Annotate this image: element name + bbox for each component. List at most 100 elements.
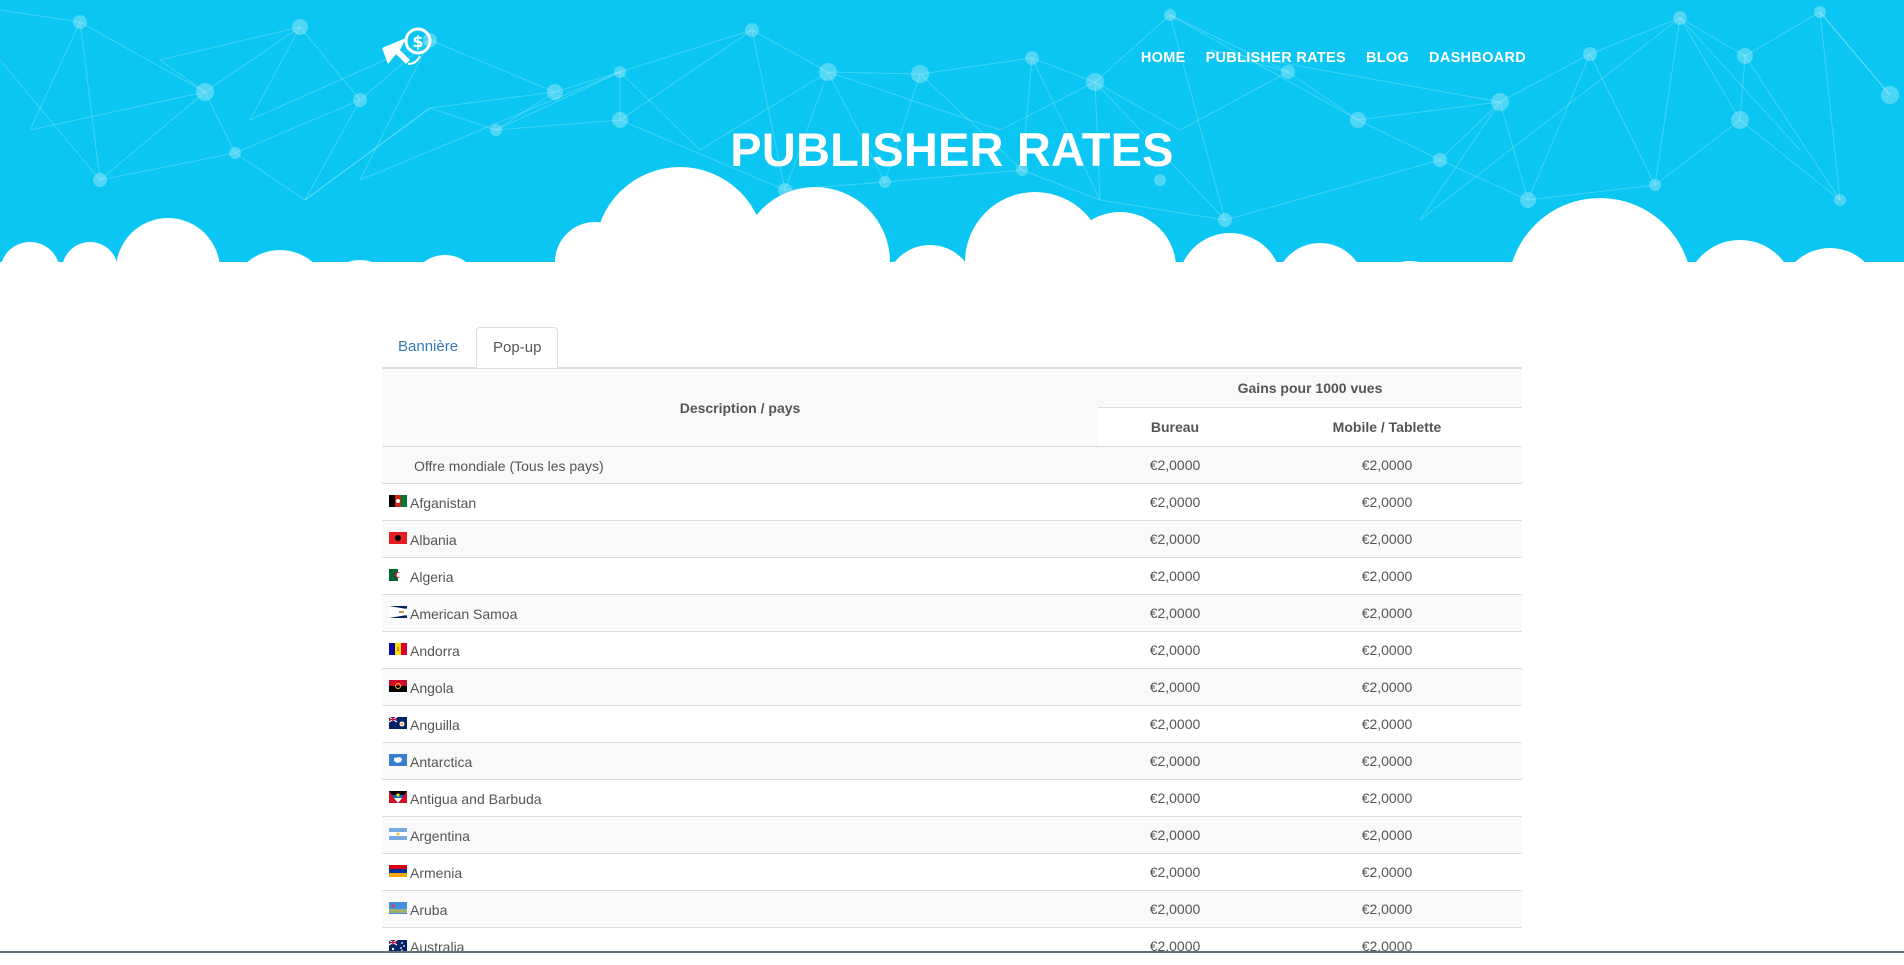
desktop-rate: €2,0000 xyxy=(1149,864,1201,880)
country-name: Argentina xyxy=(410,827,470,844)
country-name: Offre mondiale (Tous les pays) xyxy=(414,457,604,474)
country-cell: Afganistan xyxy=(382,484,1098,521)
tab-popup[interactable]: Pop-up xyxy=(476,327,559,368)
table-row: Australia €2,0000 €2,0000 xyxy=(382,927,1522,965)
table-row: Andorra €2,0000 €2,0000 xyxy=(382,631,1522,669)
af-flag-icon xyxy=(389,494,407,508)
table-row: Armenia €2,0000 €2,0000 xyxy=(382,853,1522,891)
country-cell: American Samoa xyxy=(382,595,1098,632)
ar-flag-icon xyxy=(389,827,407,841)
dz-flag-icon xyxy=(389,568,407,582)
desktop-rate: €2,0000 xyxy=(1149,605,1201,621)
desktop-rate: €2,0000 xyxy=(1149,753,1201,769)
table-row: Antigua and Barbuda €2,0000 €2,0000 xyxy=(382,779,1522,817)
header-earnings-per-1000-views: Gains pour 1000 vues xyxy=(1098,368,1522,408)
mobile-rate: €2,0000 xyxy=(1361,790,1413,806)
table-row: Antarctica €2,0000 €2,0000 xyxy=(382,742,1522,780)
nav-publisher-rates-link[interactable]: PUBLISHER RATES xyxy=(1206,50,1346,66)
mobile-rate: €2,0000 xyxy=(1361,568,1413,584)
country-cell: Anguilla xyxy=(382,706,1098,743)
am-flag-icon xyxy=(389,864,407,878)
ag-flag-icon xyxy=(389,790,407,804)
rates-table-body: Offre mondiale (Tous les pays) €2,0000 €2,… xyxy=(382,446,1522,965)
mobile-rate: €2,0000 xyxy=(1361,494,1413,510)
ad-flag-icon xyxy=(389,642,407,656)
flag-placeholder xyxy=(389,458,411,470)
aw-flag-icon xyxy=(389,901,407,915)
table-row: Offre mondiale (Tous les pays) €2,0000 €2,… xyxy=(382,446,1522,484)
rates-table: Description / pays Gains pour 1000 vues … xyxy=(382,368,1522,965)
table-row: Afganistan €2,0000 €2,0000 xyxy=(382,483,1522,521)
desktop-rate: €2,0000 xyxy=(1149,679,1201,695)
country-cell: Offre mondiale (Tous les pays) xyxy=(382,447,1098,484)
mobile-rate: €2,0000 xyxy=(1361,457,1413,473)
tab-banniere[interactable]: Bannière xyxy=(382,327,474,367)
mobile-rate: €2,0000 xyxy=(1361,679,1413,695)
country-name: Angola xyxy=(410,679,454,696)
country-name: Afganistan xyxy=(410,494,477,511)
mobile-rate: €2,0000 xyxy=(1361,531,1413,547)
country-name: American Samoa xyxy=(410,605,518,622)
country-cell: Antigua and Barbuda xyxy=(382,780,1098,817)
header-description: Description / pays xyxy=(382,368,1098,447)
mobile-rate: €2,0000 xyxy=(1361,642,1413,658)
cursor-dollar-logo-icon[interactable]: $ xyxy=(380,20,440,72)
country-cell: Australia xyxy=(382,928,1098,965)
aq-flag-icon xyxy=(389,753,407,767)
table-row: Albania €2,0000 €2,0000 xyxy=(382,520,1522,558)
ao-flag-icon xyxy=(389,679,407,693)
country-cell: Aruba xyxy=(382,891,1098,928)
nav-home-link[interactable]: HOME xyxy=(1141,50,1186,66)
desktop-rate: €2,0000 xyxy=(1149,716,1201,732)
table-row: Aruba €2,0000 €2,0000 xyxy=(382,890,1522,928)
table-row: Angola €2,0000 €2,0000 xyxy=(382,668,1522,706)
main-nav: HOME PUBLISHER RATES BLOG DASHBOARD xyxy=(1141,50,1526,66)
mobile-rate: €2,0000 xyxy=(1361,716,1413,732)
desktop-rate: €2,0000 xyxy=(1149,568,1201,584)
country-name: Albania xyxy=(410,531,457,548)
rates-section: Bannière Pop-up Description / pays Gains… xyxy=(382,327,1522,965)
desktop-rate: €2,0000 xyxy=(1149,494,1201,510)
as-flag-icon xyxy=(389,605,407,619)
desktop-rate: €2,0000 xyxy=(1149,827,1201,843)
table-row: Algeria €2,0000 €2,0000 xyxy=(382,557,1522,595)
table-row: American Samoa €2,0000 €2,0000 xyxy=(382,594,1522,632)
country-cell: Argentina xyxy=(382,817,1098,854)
header-desktop: Bureau xyxy=(1098,407,1252,447)
desktop-rate: €2,0000 xyxy=(1149,938,1201,955)
country-cell: Andorra xyxy=(382,632,1098,669)
country-name: Antigua and Barbuda xyxy=(410,790,542,807)
mobile-rate: €2,0000 xyxy=(1361,901,1413,917)
desktop-rate: €2,0000 xyxy=(1149,531,1201,547)
nav-blog-link[interactable]: BLOG xyxy=(1366,50,1409,66)
desktop-rate: €2,0000 xyxy=(1149,457,1201,473)
country-name: Armenia xyxy=(410,864,463,881)
mobile-rate: €2,0000 xyxy=(1361,753,1413,769)
table-row: Anguilla €2,0000 €2,0000 xyxy=(382,705,1522,743)
ai-flag-icon xyxy=(388,716,407,730)
country-cell: Armenia xyxy=(382,854,1098,891)
mobile-rate: €2,0000 xyxy=(1361,938,1413,955)
mobile-rate: €2,0000 xyxy=(1361,864,1413,880)
page-title: PUBLISHER RATES xyxy=(730,123,1174,176)
country-name: Andorra xyxy=(410,642,460,659)
country-cell: Algeria xyxy=(382,558,1098,595)
mobile-rate: €2,0000 xyxy=(1361,605,1413,621)
desktop-rate: €2,0000 xyxy=(1149,790,1201,806)
country-name: Aruba xyxy=(410,901,448,918)
country-name: Anguilla xyxy=(410,716,460,733)
al-flag-icon xyxy=(389,531,407,545)
svg-text:$: $ xyxy=(412,32,423,51)
desktop-rate: €2,0000 xyxy=(1149,642,1201,658)
country-name: Antarctica xyxy=(410,753,473,770)
country-cell: Albania xyxy=(382,521,1098,558)
country-name: Algeria xyxy=(410,568,454,585)
mobile-rate: €2,0000 xyxy=(1361,827,1413,843)
nav-dashboard-link[interactable]: DASHBOARD xyxy=(1429,50,1526,66)
table-row: Argentina €2,0000 €2,0000 xyxy=(382,816,1522,854)
rate-type-tabs: Bannière Pop-up xyxy=(382,327,1522,368)
country-cell: Angola xyxy=(382,669,1098,706)
desktop-rate: €2,0000 xyxy=(1149,901,1201,917)
country-cell: Antarctica xyxy=(382,743,1098,780)
au-flag-icon xyxy=(388,939,407,952)
